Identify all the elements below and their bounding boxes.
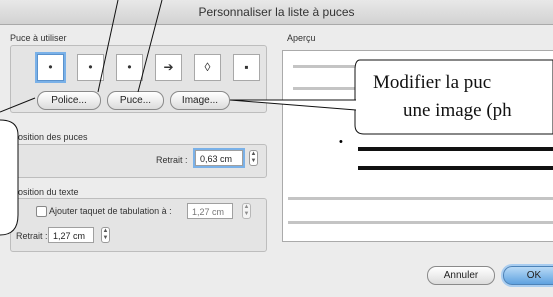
callout-overlay [0, 0, 553, 236]
left-callout-pointer [0, 97, 36, 113]
callout-text-line1: Modifier la puc [373, 72, 492, 93]
callout-text-line2: une image (ph [403, 100, 512, 121]
right-callout-pointer [229, 99, 357, 111]
left-callout-bubble [0, 119, 19, 236]
